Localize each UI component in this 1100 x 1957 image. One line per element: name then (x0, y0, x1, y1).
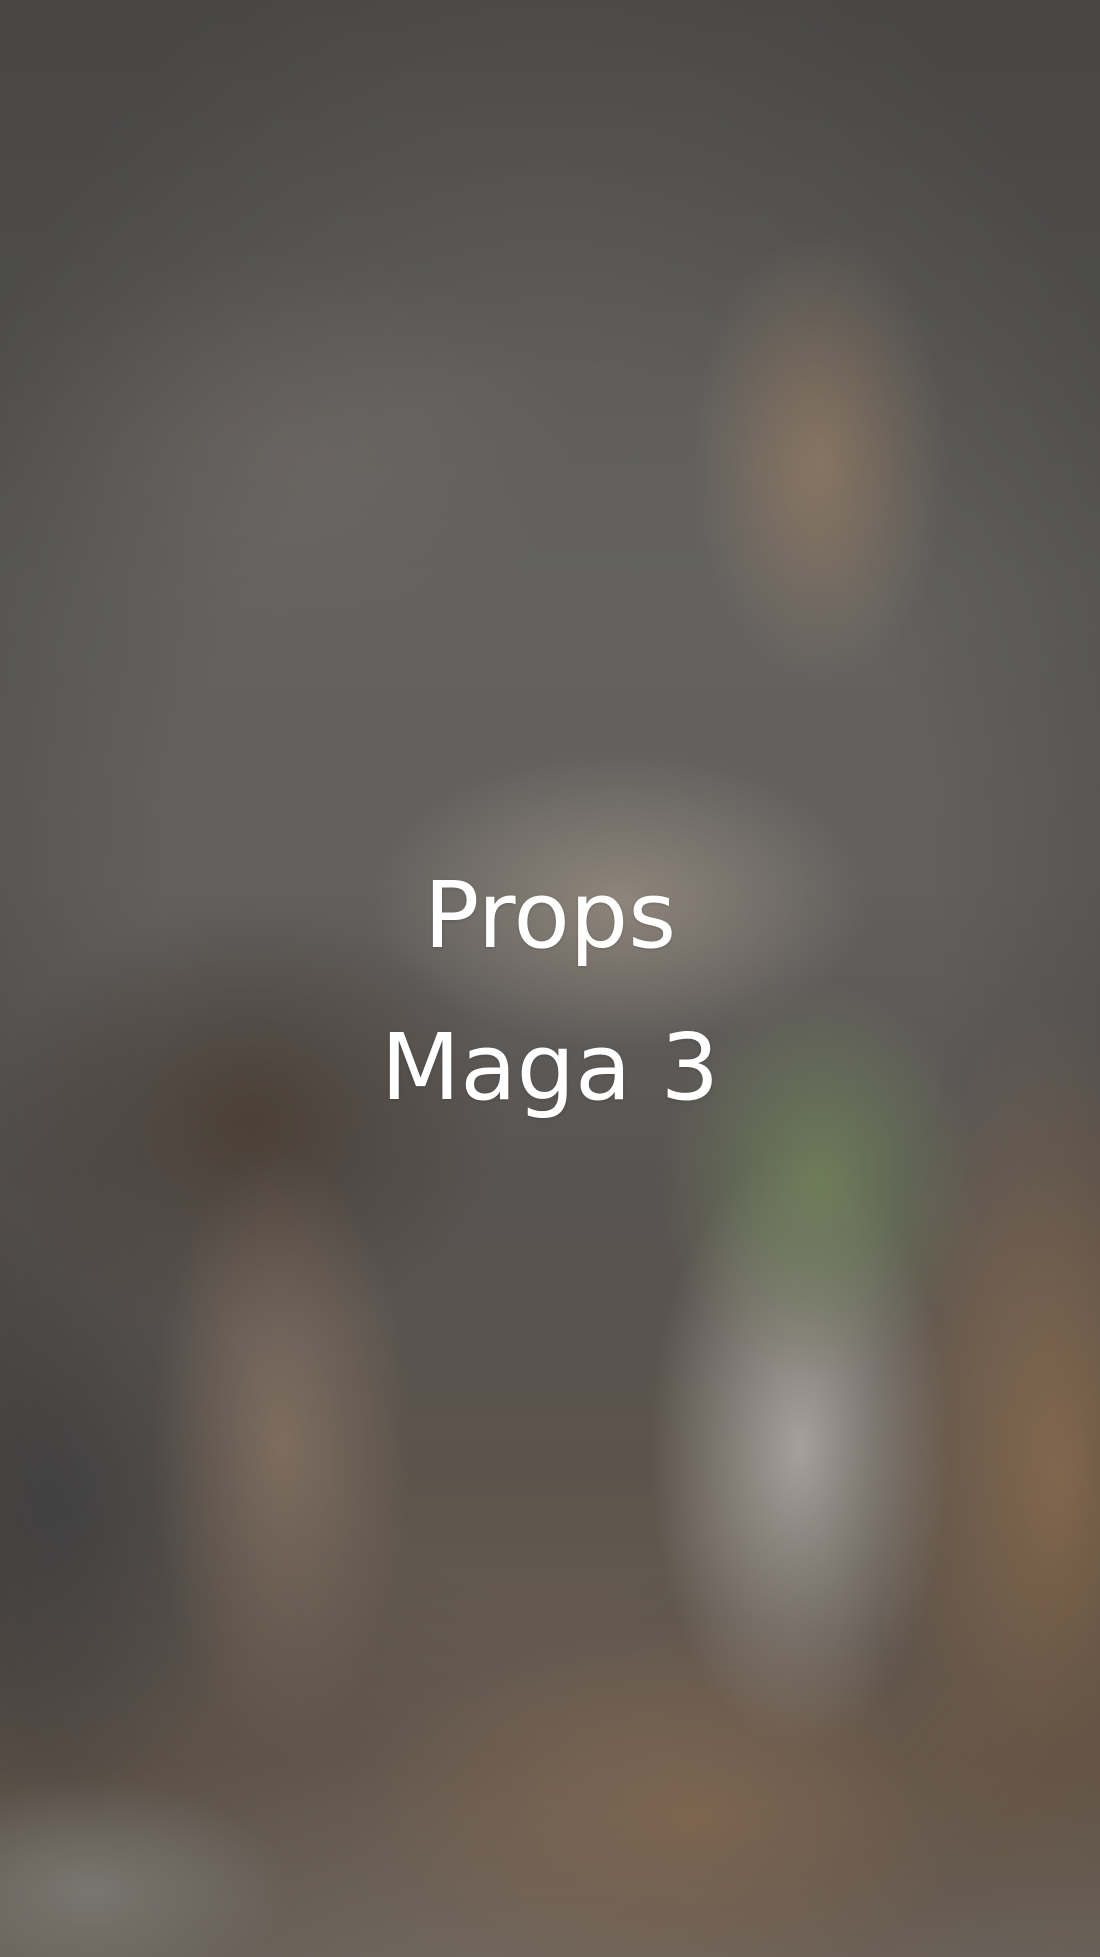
title-card-screen: Props Maga 3 (0, 0, 1100, 1957)
title-line-2: Maga 3 (380, 1014, 720, 1121)
title-card: Props Maga 3 (0, 840, 1100, 1144)
title-line-1: Props (423, 862, 677, 969)
